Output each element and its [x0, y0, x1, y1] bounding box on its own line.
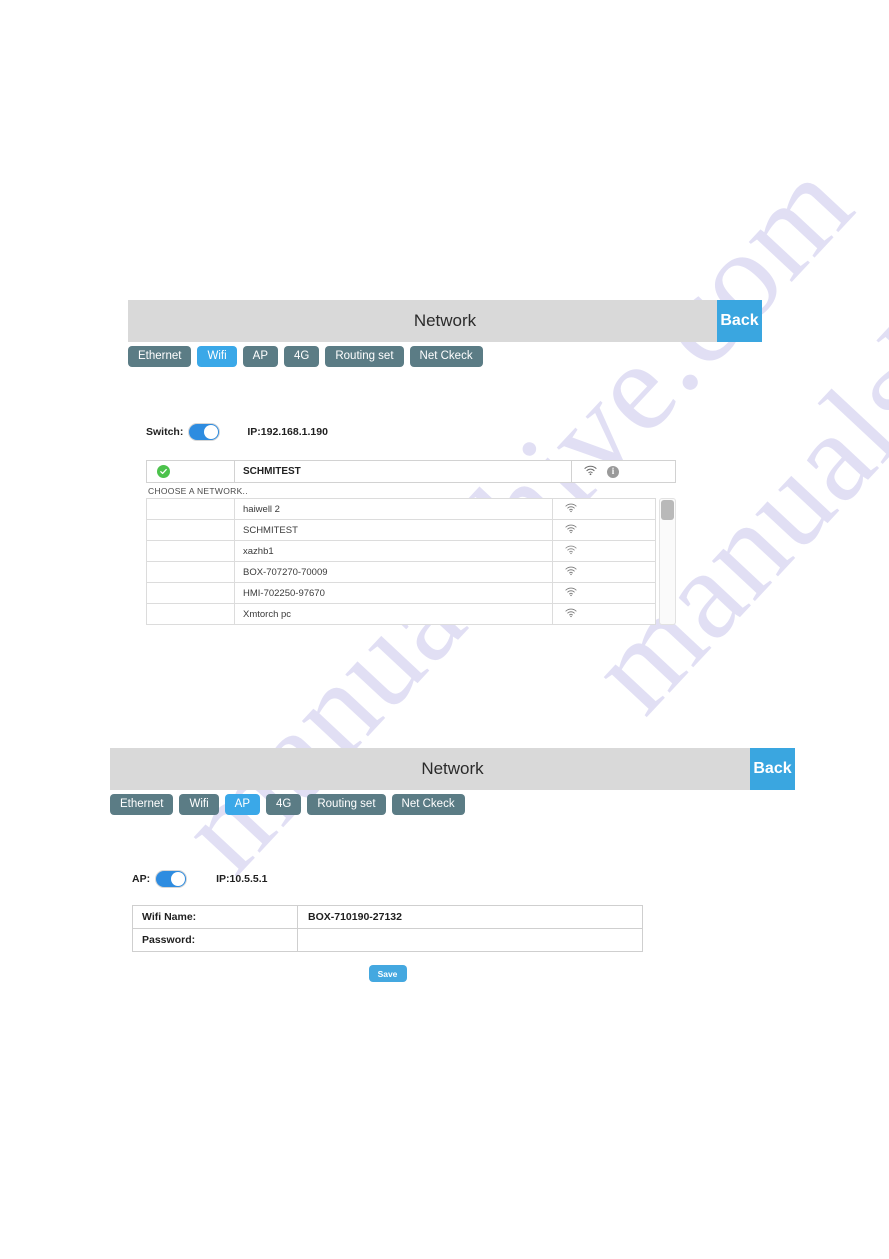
check-circle-icon [157, 465, 170, 478]
wifi-ip-text: IP:192.168.1.190 [247, 426, 328, 438]
ap-switch-label: AP: [132, 873, 151, 885]
row-status-cell [146, 582, 235, 604]
row-ssid: haiwell 2 [234, 498, 553, 520]
table-row[interactable]: haiwell 2 [146, 498, 656, 520]
row-signal-cell [551, 603, 656, 625]
row-ssid: BOX-707270-70009 [234, 561, 553, 583]
tab-net-ckeck[interactable]: Net Ckeck [391, 794, 465, 815]
table-row[interactable]: Xmtorch pc [146, 603, 656, 625]
connected-network-row[interactable]: SCHMITEST i [146, 460, 676, 483]
scrollbar-thumb[interactable] [660, 500, 674, 520]
password-input[interactable] [297, 928, 643, 952]
row-signal-cell [551, 540, 656, 562]
info-icon[interactable]: i [607, 465, 619, 478]
row-status-cell [146, 498, 235, 520]
wifi-icon [584, 463, 597, 481]
ap-form-block: Wifi Name: BOX-710190-27132 Password: Sa… [132, 905, 643, 982]
tab-ethernet[interactable]: Ethernet [110, 794, 174, 815]
row-ssid: xazhb1 [234, 540, 553, 562]
page-title: Network [413, 311, 477, 330]
table-row[interactable]: SCHMITEST [146, 519, 656, 541]
watermark-layer: manualshive.com manualshive.com [0, 0, 889, 1259]
table-row[interactable]: HMI-702250-97670 [146, 582, 656, 604]
connected-network-ssid: SCHMITEST [235, 461, 572, 482]
ap-switch-row: AP: IP:10.5.5.1 [132, 871, 795, 887]
network-list: haiwell 2 SCHMITEST xazhb1 BOX-707270-70… [146, 498, 676, 625]
tab-ap[interactable]: AP [224, 794, 260, 815]
wifi-name-input[interactable]: BOX-710190-27132 [297, 905, 643, 929]
row-status-cell [146, 561, 235, 583]
tab-wifi[interactable]: Wifi [197, 346, 237, 367]
row-ssid: HMI-702250-97670 [234, 582, 553, 604]
wifi-titlebar: Network Back [128, 300, 762, 342]
back-button[interactable]: Back [750, 748, 795, 790]
ap-actions: Save [132, 965, 643, 982]
row-status-cell [146, 603, 235, 625]
wifi-icon [565, 566, 577, 579]
ap-form-table: Wifi Name: BOX-710190-27132 Password: [132, 905, 643, 952]
network-ap-screen: Network Back Ethernet Wifi AP 4G Routing… [110, 748, 795, 982]
table-row: Wifi Name: BOX-710190-27132 [132, 905, 643, 929]
connected-network-block: SCHMITEST i CHOOSE A NETWORK.. haiwell 2… [146, 460, 676, 625]
wifi-tabbar: Ethernet Wifi AP 4G Routing set Net Ckec… [128, 342, 762, 367]
wifi-icon [565, 524, 577, 537]
table-row[interactable]: xazhb1 [146, 540, 656, 562]
row-signal-cell [551, 561, 656, 583]
table-row[interactable]: BOX-707270-70009 [146, 561, 656, 583]
ap-tabbar: Ethernet Wifi AP 4G Routing set Net Ckec… [110, 790, 795, 815]
wifi-icon [565, 545, 577, 558]
wifi-switch-toggle[interactable] [189, 424, 220, 440]
wifi-switch-row: Switch: IP:192.168.1.190 [146, 424, 762, 440]
page-title: Network [421, 759, 484, 778]
tab-wifi[interactable]: Wifi [179, 794, 219, 815]
tab-4g[interactable]: 4G [266, 794, 302, 815]
wifi-name-label: Wifi Name: [132, 905, 298, 929]
connected-network-icons: i [572, 461, 675, 482]
tab-4g[interactable]: 4G [284, 346, 320, 367]
network-table: haiwell 2 SCHMITEST xazhb1 BOX-707270-70… [146, 498, 656, 625]
row-ssid: Xmtorch pc [234, 603, 553, 625]
toggle-knob [171, 872, 186, 886]
row-signal-cell [551, 498, 656, 520]
wifi-icon [565, 608, 577, 621]
table-row: Password: [132, 928, 643, 952]
ap-ip-text: IP:10.5.5.1 [216, 873, 268, 885]
network-wifi-screen: Network Back Ethernet Wifi AP 4G Routing… [128, 300, 762, 625]
ap-titlebar: Network Back [110, 748, 795, 790]
row-ssid: SCHMITEST [234, 519, 553, 541]
tab-net-ckeck[interactable]: Net Ckeck [409, 346, 483, 367]
ap-switch-toggle[interactable] [156, 871, 187, 887]
tab-ap[interactable]: AP [242, 346, 278, 367]
row-status-cell [146, 540, 235, 562]
page-root: manualshive.com manualshive.com Network … [0, 0, 889, 1259]
network-list-scrollbar[interactable] [658, 498, 676, 625]
toggle-knob [204, 425, 219, 439]
row-status-cell [146, 519, 235, 541]
wifi-switch-label: Switch: [146, 426, 184, 438]
password-label: Password: [132, 928, 298, 952]
back-button[interactable]: Back [717, 300, 762, 342]
wifi-icon [565, 587, 577, 600]
row-signal-cell [551, 582, 656, 604]
choose-network-label: CHOOSE A NETWORK.. [148, 486, 248, 496]
save-button[interactable]: Save [368, 965, 407, 982]
tab-routing-set[interactable]: Routing set [307, 794, 386, 815]
tab-ethernet[interactable]: Ethernet [128, 346, 192, 367]
tab-routing-set[interactable]: Routing set [325, 346, 404, 367]
connected-status-cell [147, 461, 235, 482]
row-signal-cell [551, 519, 656, 541]
wifi-icon [565, 503, 577, 516]
